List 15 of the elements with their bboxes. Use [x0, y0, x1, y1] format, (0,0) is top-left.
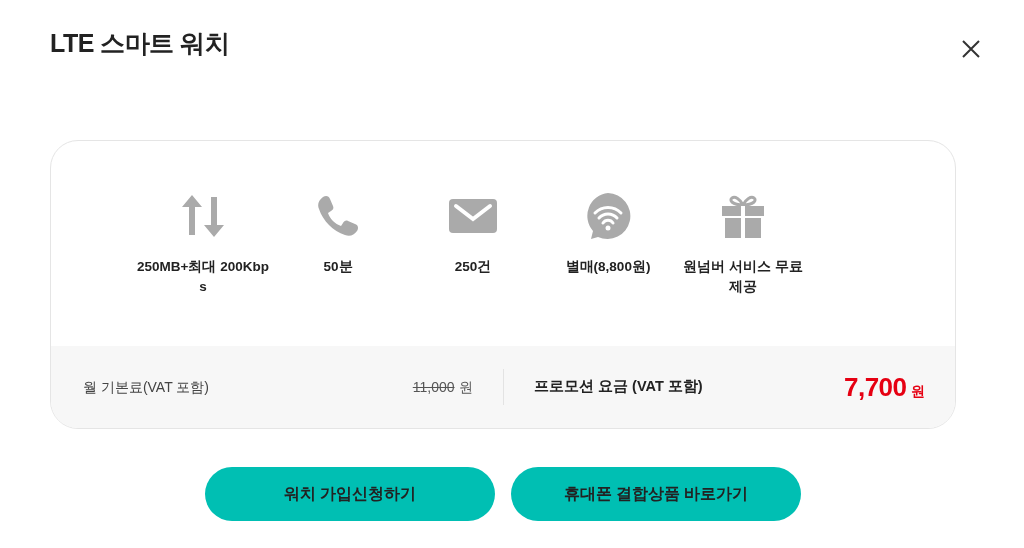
feature-label: 원넘버 서비스 무료 제공 — [682, 258, 804, 296]
feature-label: 250건 — [454, 258, 492, 276]
dialog-title: LTE 스마트 워치 — [50, 28, 230, 58]
base-fee-label: 월 기본료(VAT 포함) — [83, 377, 209, 397]
promo-fee-label: 프로모션 요금 (VAT 포함) — [534, 377, 703, 397]
action-button[interactable]: 휴대폰 결합상품 바로가기 — [511, 467, 801, 521]
close-icon — [960, 37, 982, 60]
promo-price: 7,700 — [843, 371, 907, 402]
feature-label: 50분 — [323, 258, 353, 276]
currency-unit: 원 — [911, 382, 925, 399]
currency-unit: 원 — [459, 379, 473, 395]
feature-label: 250MB+최대 200Kbps — [136, 258, 270, 296]
original-price: 11,000 — [412, 379, 455, 395]
action-button[interactable]: 워치 가입신청하기 — [205, 467, 495, 521]
feature-label: 별매(8,800원) — [565, 258, 651, 276]
